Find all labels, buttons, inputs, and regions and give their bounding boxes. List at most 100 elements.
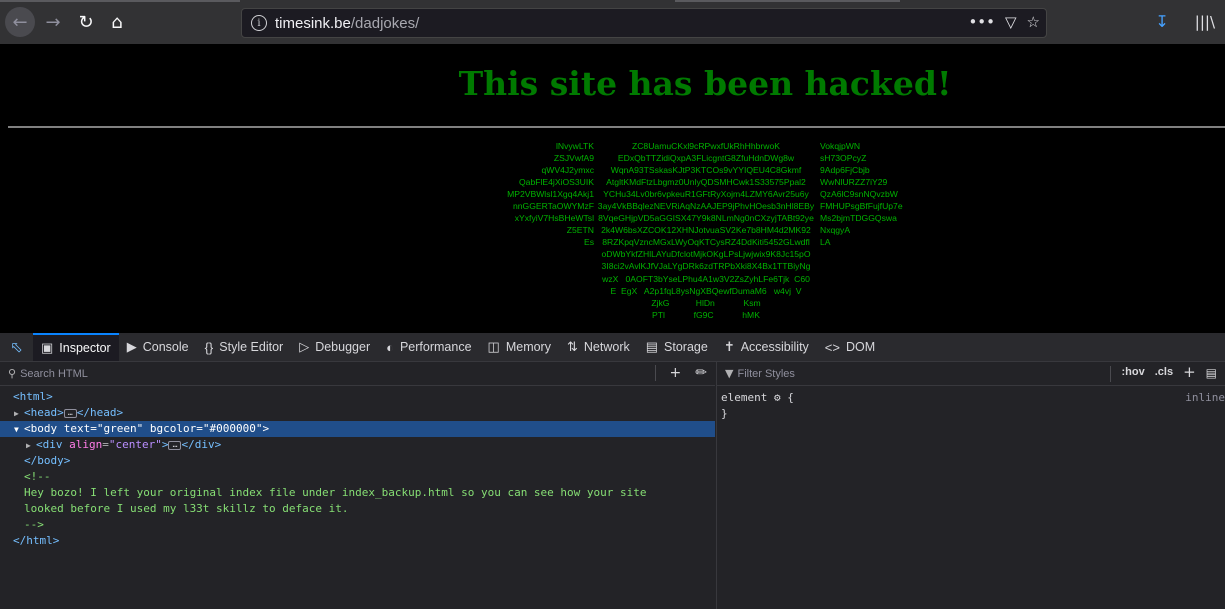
tab-console[interactable]: ▶ Console [119, 333, 197, 361]
separator [654, 365, 656, 381]
node-div[interactable]: ▶ <div align="center">… </div> [0, 437, 715, 453]
more-icon[interactable]: ••• [968, 13, 995, 31]
reload-icon[interactable]: ↻ [71, 7, 101, 37]
pocket-icon[interactable]: ▽ [1005, 13, 1017, 31]
expand-arrow-icon[interactable]: ▶ [26, 438, 36, 454]
print-media-icon[interactable]: ▤ [1206, 366, 1217, 382]
page-heading: This site has been hacked! [458, 64, 952, 103]
head-close-tag: </head> [76, 406, 124, 419]
attr-value: "#000000" [202, 422, 263, 435]
rule-close-brace: } [721, 407, 728, 420]
node-body-selected[interactable]: ▼ <body text="green" bgcolor="#000000"> [0, 421, 715, 437]
filter-icon: ▼ [725, 367, 734, 380]
storage-icon: ▤ [645, 339, 659, 354]
node-comment[interactable]: <!-- [0, 469, 715, 485]
attr-name: text [63, 422, 91, 435]
rules-panel: ▼ Filter Styles :hov .cls + ▤ element ⚙ … [716, 362, 1225, 609]
tab-label: Console [142, 340, 189, 354]
head-tag: <head> [24, 406, 64, 419]
comment-open: <!-- [24, 470, 51, 483]
accessibility-icon: ✝ [723, 339, 735, 354]
separator [1110, 366, 1112, 382]
markup-panel: ⚲ Search HTML + ✏ <html> ▶ <head>… </head>… [0, 362, 715, 609]
search-html-bar[interactable]: ⚲ Search HTML + ✏ [0, 362, 715, 386]
browser-toolbar: ← → ↻ ⌂ i timesink.be/dadjokes/ ••• ▽ ☆ … [0, 0, 1225, 44]
add-node-icon[interactable]: + [670, 365, 682, 381]
download-icon[interactable]: ↧ [1155, 12, 1168, 31]
style-editor-icon: {} [204, 339, 214, 355]
element-picker-icon[interactable]: ⬁ [0, 333, 33, 361]
tab-style-editor[interactable]: {} Style Editor [197, 333, 292, 361]
tab-storage[interactable]: ▤ Storage [638, 333, 716, 361]
back-arrow-icon[interactable]: ← [5, 7, 35, 37]
tab-dom[interactable]: <> DOM [817, 333, 883, 361]
ascii-art-skull: lNvywLTK ZSJVwfA9 qWV4J2ymxc QabFlE4jXiO… [0, 140, 1225, 333]
comment-text: Hey bozo! I left your original index fil… [24, 486, 647, 499]
filter-styles-input[interactable]: Filter Styles [737, 368, 794, 380]
rule-selector: element [721, 391, 768, 404]
performance-icon: ◐ [386, 339, 394, 355]
url-bar[interactable]: i timesink.be/dadjokes/ ••• ▽ ☆ [241, 8, 1047, 38]
tab-accessibility[interactable]: ✝ Accessibility [716, 333, 817, 361]
div-close-tag: </div> [181, 438, 222, 451]
tab-label: DOM [845, 340, 876, 354]
tab-inspector[interactable]: ▣ Inspector [33, 333, 119, 361]
gear-icon[interactable]: ⚙ [774, 391, 781, 404]
html-close-tag: </html> [13, 534, 60, 547]
dom-icon: <> [824, 339, 840, 355]
ascii-art-left: lNvywLTK ZSJVwfA9 qWV4J2ymxc QabFlE4jXiO… [507, 141, 594, 248]
tab-network[interactable]: ⇅ Network [559, 333, 638, 361]
tab-label: Accessibility [740, 340, 809, 354]
network-icon: ⇅ [566, 339, 578, 354]
body-close-tag: </body> [24, 454, 71, 467]
collapsed-ellipsis-icon[interactable]: … [63, 408, 77, 418]
forward-arrow-icon[interactable]: → [38, 7, 68, 37]
inspector-icon: ▣ [41, 340, 54, 355]
attr-value: "center" [108, 438, 162, 451]
cls-toggle[interactable]: .cls [1155, 366, 1173, 382]
tab-strip-line [675, 0, 900, 2]
rule-source[interactable]: inline [1185, 390, 1225, 406]
tab-memory[interactable]: ◫ Memory [480, 333, 559, 361]
html-tag: <html> [13, 390, 53, 403]
node-head[interactable]: ▶ <head>… </head> [0, 405, 715, 421]
node-body-close[interactable]: </body> [0, 453, 715, 469]
hov-toggle[interactable]: :hov [1121, 366, 1144, 382]
search-html-input[interactable]: Search HTML [20, 368, 88, 380]
tab-label: Style Editor [219, 340, 284, 354]
search-icon: ⚲ [8, 367, 17, 380]
body-tag: <body [24, 422, 58, 435]
expand-arrow-icon[interactable]: ▶ [14, 406, 24, 422]
div-tag: <div [36, 438, 63, 451]
library-icon[interactable]: |||\ [1195, 13, 1215, 31]
node-html[interactable]: <html> [0, 389, 715, 405]
comment-text-line: looked before I used my l33t skillz to d… [0, 501, 715, 517]
url-text[interactable]: timesink.be/dadjokes/ [275, 15, 419, 32]
collapse-arrow-icon[interactable]: ▼ [14, 422, 24, 438]
home-icon[interactable]: ⌂ [102, 7, 132, 37]
tab-strip-line [0, 0, 240, 2]
tab-debugger[interactable]: ▷ Debugger [291, 333, 378, 361]
info-icon[interactable]: i [251, 15, 267, 31]
ascii-art-center: ZC8UamuCKxl9cRPwxfUkRhHhbrwoK EDxQbTTZid… [597, 141, 815, 320]
rule-block: element ⚙ { } inline [717, 386, 1225, 426]
filter-styles-bar[interactable]: ▼ Filter Styles :hov .cls + ▤ [717, 362, 1225, 386]
console-icon: ▶ [126, 339, 137, 354]
tab-performance[interactable]: ◐ Performance [378, 333, 479, 361]
add-rule-icon[interactable]: + [1183, 363, 1196, 382]
bookmark-star-icon[interactable]: ☆ [1027, 13, 1040, 31]
node-html-close[interactable]: </html> [0, 533, 715, 549]
comment-close-line: --> [0, 517, 715, 533]
tab-label: Memory [505, 340, 551, 354]
page-divider [8, 126, 1225, 128]
collapsed-ellipsis-icon[interactable]: … [168, 440, 182, 450]
debugger-icon: ▷ [299, 339, 310, 354]
tag-end: > [262, 422, 270, 435]
url-path: /dadjokes/ [350, 14, 420, 32]
comment-text: looked before I used my l33t skillz to d… [24, 502, 349, 515]
comment-text-line: Hey bozo! I left your original index fil… [0, 485, 715, 501]
eyedropper-icon[interactable]: ✏ [695, 365, 707, 381]
memory-icon: ◫ [487, 339, 500, 354]
tab-label: Inspector [59, 341, 111, 355]
tag-end: > [161, 438, 169, 451]
